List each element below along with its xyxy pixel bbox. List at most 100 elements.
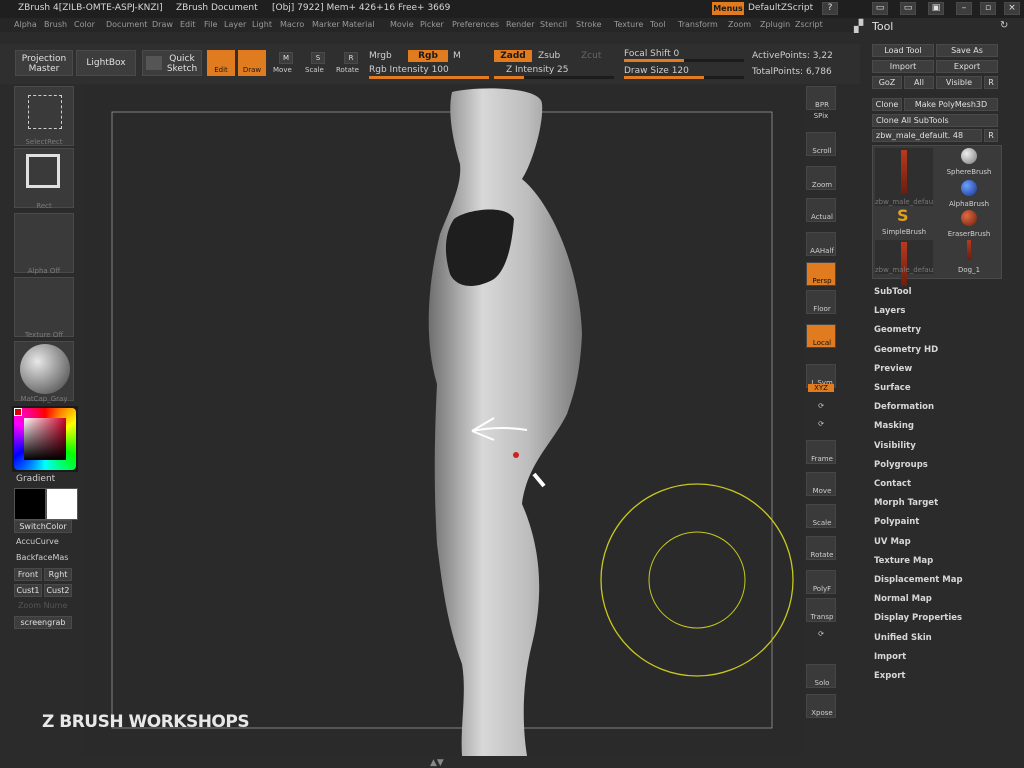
move-button[interactable]: Move — [273, 66, 292, 74]
rs-xpose-button[interactable]: Xpose — [806, 694, 836, 718]
alpha-button[interactable] — [14, 213, 74, 273]
rotate-button[interactable]: Rotate — [336, 66, 359, 74]
section-displacement-map[interactable]: Displacement Map — [874, 575, 963, 585]
layout-icon[interactable]: ▭ — [872, 2, 888, 15]
section-preview[interactable]: Preview — [874, 364, 912, 374]
section-morph-target[interactable]: Morph Target — [874, 498, 938, 508]
tool-thumb-0[interactable]: zbw_male_defau — [875, 148, 933, 206]
save-as-button[interactable]: Save As — [936, 44, 998, 57]
rs-aahalf-button[interactable]: AAHalf — [806, 232, 836, 256]
section-visibility[interactable]: Visibility — [874, 441, 916, 451]
rs-zoom-button[interactable]: Zoom — [806, 166, 836, 190]
primary-color-swatch[interactable] — [46, 488, 78, 520]
edit-button[interactable]: Edit — [207, 50, 235, 76]
menu-tool[interactable]: Tool — [650, 20, 666, 29]
import-button[interactable]: Import — [872, 60, 934, 73]
section-unified-skin[interactable]: Unified Skin — [874, 633, 932, 643]
select-rect-button[interactable] — [14, 86, 74, 146]
canvas-viewport[interactable] — [82, 84, 804, 756]
menu-transform[interactable]: Transform — [678, 20, 718, 29]
r-button[interactable]: R — [984, 76, 998, 89]
menu-alpha[interactable]: Alpha — [14, 20, 37, 29]
rs-persp-button[interactable]: Persp — [806, 262, 836, 286]
rs-scale-button[interactable]: Scale — [806, 504, 836, 528]
minimize-icon[interactable]: – — [956, 2, 972, 15]
z-intensity-slider[interactable] — [494, 76, 614, 79]
rs-transp-button[interactable]: Transp — [806, 598, 836, 622]
make-polymesh-button[interactable]: Make PolyMesh3D — [904, 98, 998, 111]
tool-thumb-1[interactable]: SphereBrush — [939, 148, 999, 176]
tool-thumb-5[interactable]: zbw_male_defau — [875, 240, 933, 286]
section-deformation[interactable]: Deformation — [874, 402, 934, 412]
rgb-intensity-slider[interactable] — [369, 76, 489, 79]
menu-light[interactable]: Light — [252, 20, 272, 29]
texture-button[interactable] — [14, 277, 74, 337]
current-tool-r-button[interactable]: R — [984, 129, 998, 142]
menu-stencil[interactable]: Stencil — [540, 20, 567, 29]
rs-xyz[interactable]: XYZ — [808, 384, 834, 392]
menu-picker[interactable]: Picker — [420, 20, 444, 29]
goz-button[interactable]: GoZ — [872, 76, 902, 89]
screengrab-button[interactable]: screengrab — [14, 616, 72, 629]
section-display-properties[interactable]: Display Properties — [874, 613, 962, 623]
export-button[interactable]: Export — [936, 60, 998, 73]
rect-brush-button[interactable] — [14, 148, 74, 208]
section-import[interactable]: Import — [874, 652, 906, 662]
zadd-button[interactable]: Zadd — [494, 50, 532, 62]
clone-button[interactable]: Clone — [872, 98, 902, 111]
rs-frame-button[interactable]: Frame — [806, 440, 836, 464]
menu-render[interactable]: Render — [506, 20, 534, 29]
menu-draw[interactable]: Draw — [152, 20, 173, 29]
section-texture-map[interactable]: Texture Map — [874, 556, 933, 566]
section-geometry-hd[interactable]: Geometry HD — [874, 345, 938, 355]
draw-button[interactable]: Draw — [238, 50, 266, 76]
quick-sketch-button[interactable]: Quick Sketch — [142, 50, 202, 76]
rs-scroll-button[interactable]: Scroll — [806, 132, 836, 156]
all-button[interactable]: All — [904, 76, 934, 89]
switch-color-button[interactable]: SwitchColor — [14, 520, 72, 533]
gradient-label[interactable]: Gradient — [16, 474, 55, 484]
material-button[interactable] — [14, 341, 74, 401]
menu-marker[interactable]: Marker — [312, 20, 340, 29]
current-tool-slider[interactable]: zbw_male_default. 48 — [872, 129, 982, 142]
zsub-button[interactable]: Zsub — [538, 51, 560, 61]
menus-button[interactable]: Menus — [712, 2, 744, 15]
tool-thumb-3[interactable]: S SimpleBrush — [875, 206, 933, 236]
rotate-axis-icon[interactable]: ⟳ — [804, 420, 838, 428]
saturation-square[interactable] — [24, 418, 66, 460]
menu-document[interactable]: Document — [106, 20, 147, 29]
rs-actual-button[interactable]: Actual — [806, 198, 836, 222]
section-geometry[interactable]: Geometry — [874, 325, 921, 335]
load-tool-button[interactable]: Load Tool — [872, 44, 934, 57]
default-zscript[interactable]: DefaultZScript — [748, 3, 813, 13]
tool-thumb-6[interactable]: Dog_1 — [939, 240, 999, 274]
lightbox-button[interactable]: LightBox — [76, 50, 136, 76]
rs-rotate-button[interactable]: Rotate — [806, 536, 836, 560]
bottom-shelf-toggle-icon[interactable]: ▲▼ — [430, 758, 450, 768]
rs-bpr-button[interactable]: BPR — [806, 86, 836, 110]
section-layers[interactable]: Layers — [874, 306, 905, 316]
section-subtool[interactable]: SubTool — [874, 287, 912, 297]
menu-zscript[interactable]: Zscript — [795, 20, 823, 29]
section-polypaint[interactable]: Polypaint — [874, 517, 919, 527]
menu-file[interactable]: File — [204, 20, 217, 29]
refresh-icon[interactable]: ↻ — [1000, 20, 1008, 31]
rs-floor-button[interactable]: Floor — [806, 290, 836, 314]
menu-preferences[interactable]: Preferences — [452, 20, 499, 29]
menu-color[interactable]: Color — [74, 20, 95, 29]
male-figure-mesh[interactable] — [428, 88, 582, 756]
draw-size-slider[interactable] — [624, 76, 744, 79]
scale-button[interactable]: Scale — [305, 66, 324, 74]
section-normal-map[interactable]: Normal Map — [874, 594, 932, 604]
menu-texture[interactable]: Texture — [614, 20, 643, 29]
rs-move-button[interactable]: Move — [806, 472, 836, 496]
visible-button[interactable]: Visible — [936, 76, 982, 89]
tool-thumb-2[interactable]: AlphaBrush — [939, 180, 999, 208]
cust2-button[interactable]: Cust2 — [44, 584, 72, 597]
rs-polyf-button[interactable]: PolyF — [806, 570, 836, 594]
menu-zplugin[interactable]: Zplugin — [760, 20, 790, 29]
menu-edit[interactable]: Edit — [180, 20, 196, 29]
backface-mask-button[interactable]: BackfaceMas — [16, 553, 68, 562]
focal-shift-slider[interactable] — [624, 59, 744, 62]
zcut-button[interactable]: Zcut — [581, 51, 601, 61]
